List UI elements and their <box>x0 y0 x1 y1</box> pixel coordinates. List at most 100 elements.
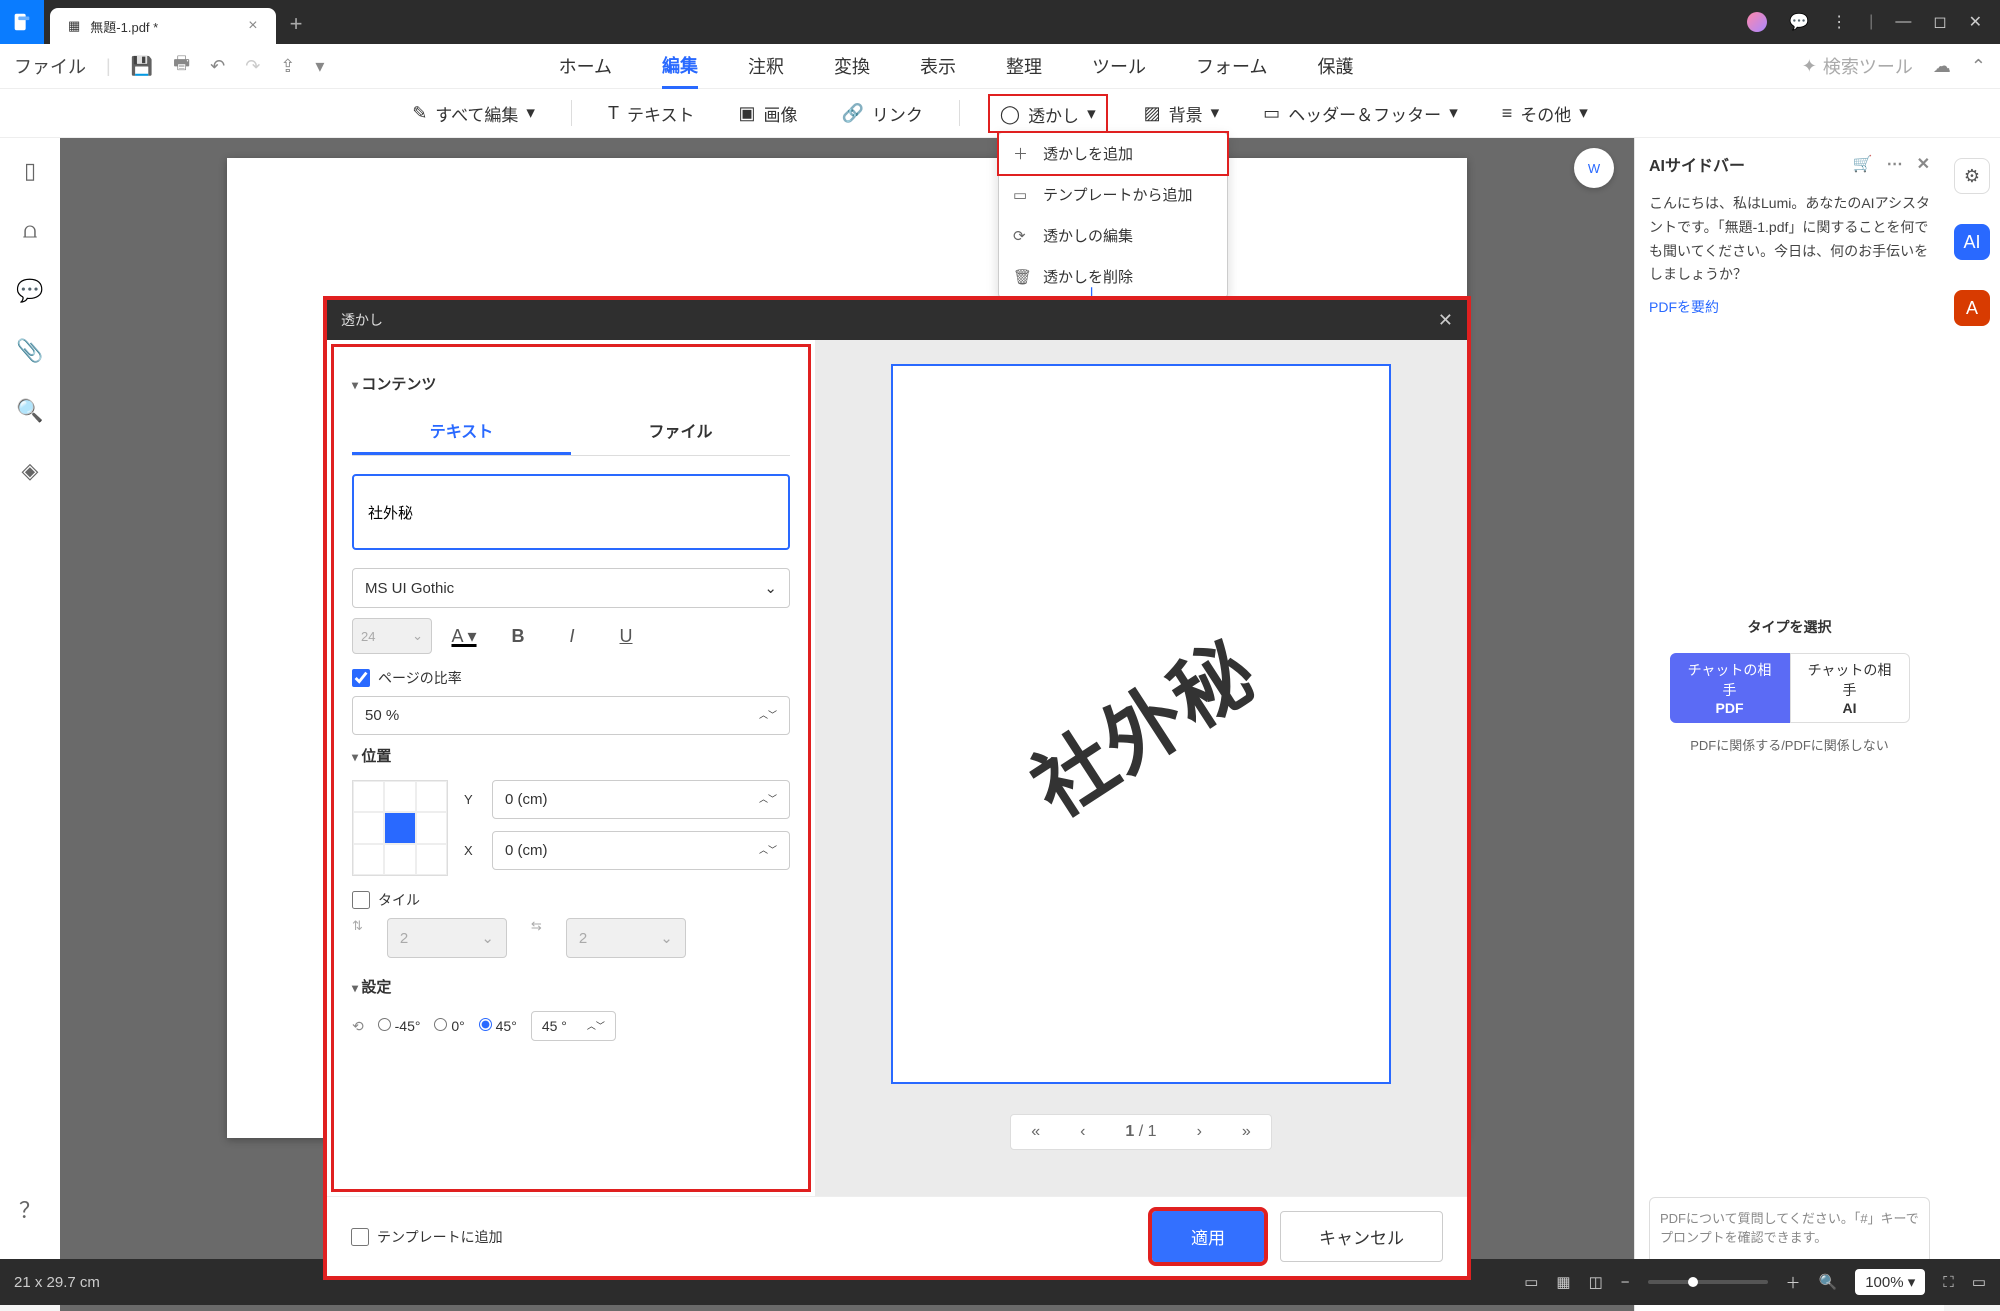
last-page-icon[interactable]: » <box>1242 1123 1251 1141</box>
cloud-icon[interactable]: ☁ <box>1933 56 1951 77</box>
scale-select[interactable]: 50 %︿﹀ <box>352 696 790 735</box>
zoom-level[interactable]: 100% ▾ <box>1855 1269 1925 1295</box>
file-menu[interactable]: ファイル <box>14 53 86 79</box>
minimize-button[interactable]: — <box>1895 13 1911 31</box>
x-offset-input[interactable]: 0 (cm)︿﹀ <box>492 831 790 870</box>
bookmark-icon[interactable]: ⩍ <box>23 218 37 244</box>
save-template-checkbox[interactable]: テンプレートに追加 <box>351 1227 503 1247</box>
tab-edit[interactable]: 編集 <box>662 44 698 89</box>
text-color-button[interactable]: A ▾ <box>442 618 486 654</box>
font-select[interactable]: MS UI Gothic⌄ <box>352 568 790 608</box>
tab-annotate[interactable]: 注釈 <box>748 45 784 87</box>
bold-button[interactable]: B <box>496 618 540 654</box>
prev-page-icon[interactable]: ‹ <box>1080 1123 1085 1141</box>
y-offset-input[interactable]: 0 (cm)︿﹀ <box>492 780 790 819</box>
attachment-icon[interactable]: 📎 <box>16 338 43 364</box>
right-rail: ⚙ AI A › <box>1944 138 2000 1311</box>
watermark-button[interactable]: ◯透かし ▾ <box>988 94 1108 133</box>
menu-add-watermark[interactable]: ＋透かしを追加 <box>997 131 1229 176</box>
rotate-value-input[interactable]: 45 °︿﹀ <box>531 1011 616 1041</box>
tab-tools[interactable]: ツール <box>1092 45 1146 87</box>
pencil-icon: ✎ <box>412 103 427 124</box>
reading-icon[interactable]: ▭ <box>1972 1273 1986 1291</box>
layout-icon[interactable]: ▭ <box>1524 1273 1538 1291</box>
tile-v-icon: ⇅ <box>352 918 363 958</box>
content-tab-text[interactable]: テキスト <box>352 408 571 455</box>
document-tab[interactable]: ▦ 無題-1.pdf * × <box>50 8 276 44</box>
new-tab-button[interactable]: + <box>290 7 303 37</box>
zoom-out-icon[interactable]: − <box>1621 1274 1630 1291</box>
tab-forms[interactable]: フォーム <box>1196 45 1267 87</box>
image-button[interactable]: ▣画像 <box>730 97 805 130</box>
maximize-button[interactable]: ◻ <box>1933 12 1946 32</box>
link-button[interactable]: 🔗リンク <box>833 97 930 130</box>
menu-add-from-template[interactable]: ▭テンプレートから追加 <box>999 174 1227 215</box>
save-icon[interactable]: 💾 <box>131 56 153 77</box>
grid-icon[interactable]: ▦ <box>1556 1273 1570 1291</box>
section-position: 位置 <box>352 745 790 766</box>
chat-ai-pill[interactable]: チャットの相手AI <box>1790 653 1910 723</box>
tab-protect[interactable]: 保護 <box>1318 45 1354 87</box>
underline-button[interactable]: U <box>604 618 648 654</box>
watermark-text-input[interactable] <box>352 474 790 550</box>
tab-organize[interactable]: 整理 <box>1006 45 1042 87</box>
ai-summarize-link[interactable]: PDFを要約 <box>1649 297 1930 317</box>
cancel-button[interactable]: キャンセル <box>1280 1211 1443 1262</box>
page-icon[interactable]: ▯ <box>24 158 36 184</box>
menu-delete-watermark[interactable]: 🗑透かしを削除 <box>999 256 1227 297</box>
more-quick-icon[interactable]: ▾ <box>315 56 324 77</box>
ai-input[interactable]: PDFについて質問してください。「#」キーでプロンプトを確認できます。 <box>1649 1197 1930 1265</box>
tile-checkbox[interactable]: タイル <box>352 890 790 910</box>
zoom-in-icon[interactable]: ＋ <box>1786 1272 1801 1293</box>
edit-all-button[interactable]: ✎すべて編集 ▾ <box>404 97 543 130</box>
settings-icon[interactable]: ⚙ <box>1954 158 1990 194</box>
menu-edit-watermark[interactable]: ⟳透かしの編集 <box>999 215 1227 256</box>
first-page-icon[interactable]: « <box>1031 1123 1040 1141</box>
scale-checkbox[interactable]: ページの比率 <box>352 668 790 688</box>
comment-panel-icon[interactable]: 💬 <box>16 278 43 304</box>
rotate-m45[interactable]: -45° <box>378 1018 421 1034</box>
chevron-down-icon: ⌄ <box>764 579 777 597</box>
word-badge[interactable]: W <box>1574 148 1614 188</box>
redo-icon[interactable]: ↷ <box>245 56 260 77</box>
chat-pdf-pill[interactable]: チャットの相手PDF <box>1670 653 1790 723</box>
chevron-up-icon[interactable]: ⌃ <box>1971 56 1986 77</box>
comment-icon[interactable]: 💬 <box>1789 12 1809 32</box>
fit-icon[interactable]: ◫ <box>1589 1273 1603 1291</box>
text-button[interactable]: Tテキスト <box>600 97 703 130</box>
section-settings: 設定 <box>352 976 790 997</box>
content-tab-file[interactable]: ファイル <box>571 408 790 455</box>
dialog-close-button[interactable]: ✕ <box>1438 310 1453 331</box>
header-footer-button[interactable]: ▭ヘッダー＆フッター ▾ <box>1255 97 1466 130</box>
more-button[interactable]: ≡その他 ▾ <box>1494 97 1596 130</box>
rotate-45[interactable]: 45° <box>479 1018 517 1034</box>
italic-button[interactable]: I <box>550 618 594 654</box>
rotate-0[interactable]: 0° <box>434 1018 464 1034</box>
kebab-menu-icon[interactable]: ⋮ <box>1831 12 1847 32</box>
user-avatar[interactable] <box>1747 12 1767 32</box>
a-app-icon[interactable]: A <box>1954 290 1990 326</box>
search-icon[interactable]: 🔍 <box>16 398 43 424</box>
tab-convert[interactable]: 変換 <box>834 45 870 87</box>
layers-icon[interactable]: ◈ <box>22 458 39 484</box>
ai-app-icon[interactable]: AI <box>1954 224 1990 260</box>
next-page-icon[interactable]: › <box>1197 1123 1202 1141</box>
more-icon[interactable]: ⋯ <box>1887 154 1903 174</box>
share-icon[interactable]: ⇪ <box>280 56 295 77</box>
zoom-lens-icon[interactable]: 🔍 <box>1819 1273 1838 1291</box>
fullscreen-icon[interactable]: ⛶ <box>1943 1274 1954 1291</box>
help-icon[interactable]: ？ <box>19 1193 41 1225</box>
tab-view[interactable]: 表示 <box>920 45 956 87</box>
close-tab-icon[interactable]: × <box>248 17 257 35</box>
close-ai-icon[interactable]: ✕ <box>1917 154 1930 174</box>
print-icon[interactable]: 🖶 <box>173 51 190 81</box>
background-button[interactable]: ▨背景 ▾ <box>1136 97 1228 130</box>
zoom-slider[interactable] <box>1648 1280 1768 1284</box>
close-window-button[interactable]: ✕ <box>1969 12 1982 32</box>
undo-icon[interactable]: ↶ <box>210 56 225 77</box>
apply-button[interactable]: 適用 <box>1152 1211 1264 1262</box>
search-tools[interactable]: ✦ 検索ツール <box>1802 53 1913 79</box>
cart-icon[interactable]: 🛒 <box>1853 154 1873 174</box>
tab-home[interactable]: ホーム <box>559 45 612 87</box>
position-grid[interactable] <box>352 780 448 876</box>
